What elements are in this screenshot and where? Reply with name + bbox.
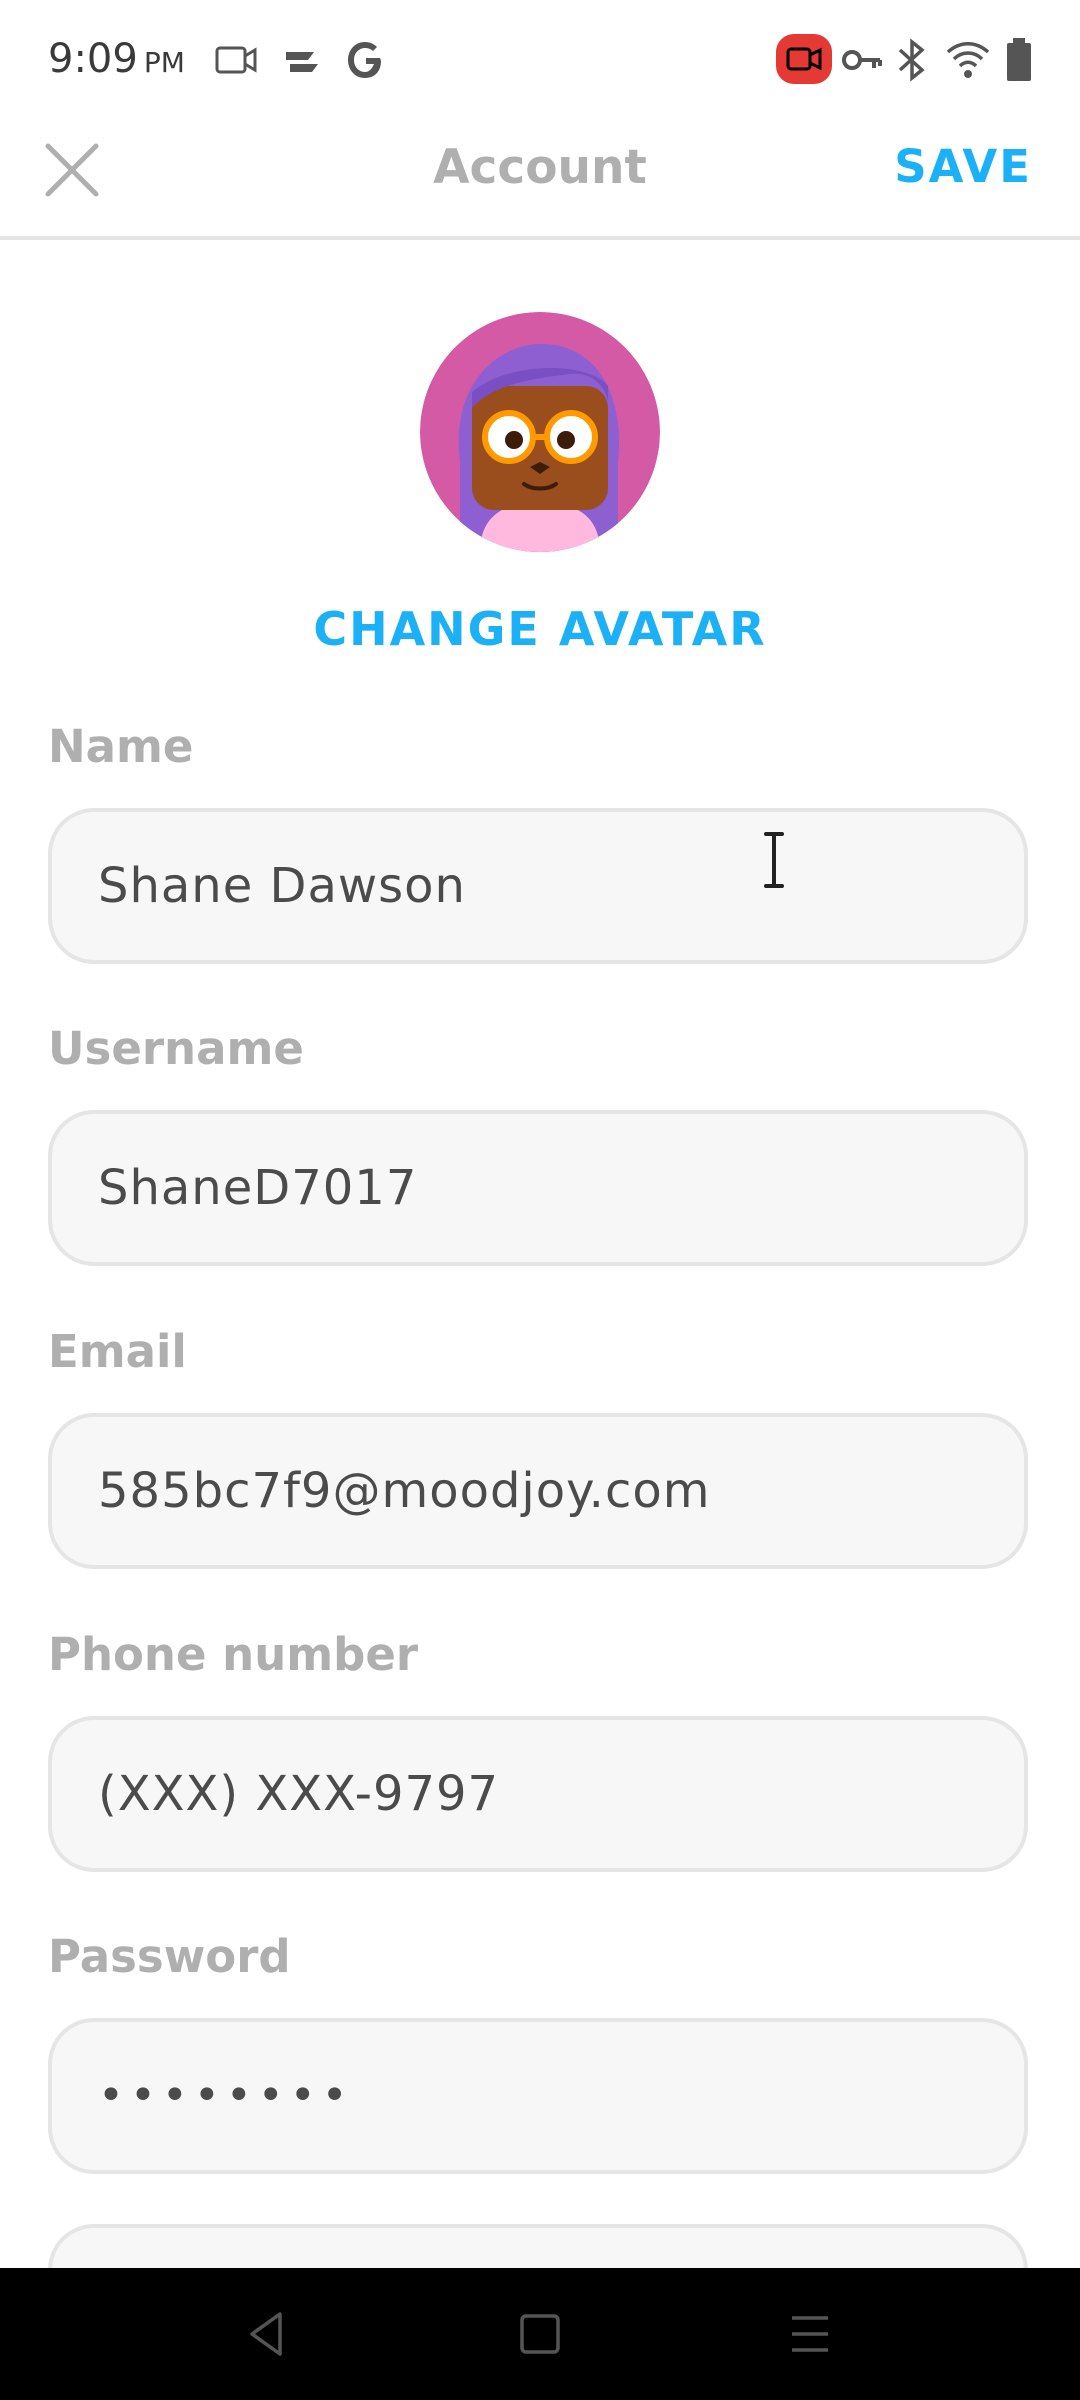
clock-ampm: PM <box>143 46 185 79</box>
phone-value: (XXX) XXX-9797 <box>98 1766 500 1822</box>
avatar[interactable] <box>420 312 660 552</box>
battery-icon <box>1007 38 1031 81</box>
vpn-key-icon <box>842 50 882 70</box>
screen-record-icon <box>776 34 832 84</box>
password-field[interactable]: •••••••• <box>48 2018 1028 2174</box>
name-label: Name <box>48 720 194 773</box>
navigation-bar <box>0 2268 1080 2400</box>
phone-field[interactable]: (XXX) XXX-9797 <box>48 1716 1028 1872</box>
save-button[interactable]: SAVE <box>894 140 1032 193</box>
email-value: 585bc7f9@moodjoy.com <box>98 1463 711 1519</box>
text-cursor-icon <box>764 832 784 888</box>
back-icon[interactable] <box>238 2304 298 2364</box>
email-field[interactable]: 585bc7f9@moodjoy.com <box>48 1413 1028 1569</box>
password-value: •••••••• <box>98 2070 354 2121</box>
avatar-illustration <box>420 312 660 552</box>
home-icon[interactable] <box>510 2304 570 2364</box>
username-label: Username <box>48 1022 304 1075</box>
clock-time: 9:09 <box>48 36 138 82</box>
status-time: 9:09 PM <box>48 36 185 82</box>
username-value: ShaneD7017 <box>98 1160 418 1216</box>
status-bar: 9:09 PM <box>0 0 1080 120</box>
email-label: Email <box>48 1325 187 1378</box>
name-value: Shane Dawson <box>98 858 466 914</box>
app-icon <box>286 52 318 72</box>
wifi-icon <box>946 42 990 78</box>
change-avatar-button[interactable]: CHANGE AVATAR <box>0 602 1080 656</box>
username-field[interactable]: ShaneD7017 <box>48 1110 1028 1266</box>
app-header: Account SAVE <box>0 120 1080 240</box>
phone-label: Phone number <box>48 1628 419 1681</box>
bluetooth-icon <box>898 38 925 82</box>
video-icon <box>215 46 257 74</box>
google-icon <box>348 42 381 78</box>
password-label: Password <box>48 1930 291 1983</box>
name-field[interactable]: Shane Dawson <box>48 808 1028 964</box>
recents-icon[interactable] <box>780 2304 840 2364</box>
